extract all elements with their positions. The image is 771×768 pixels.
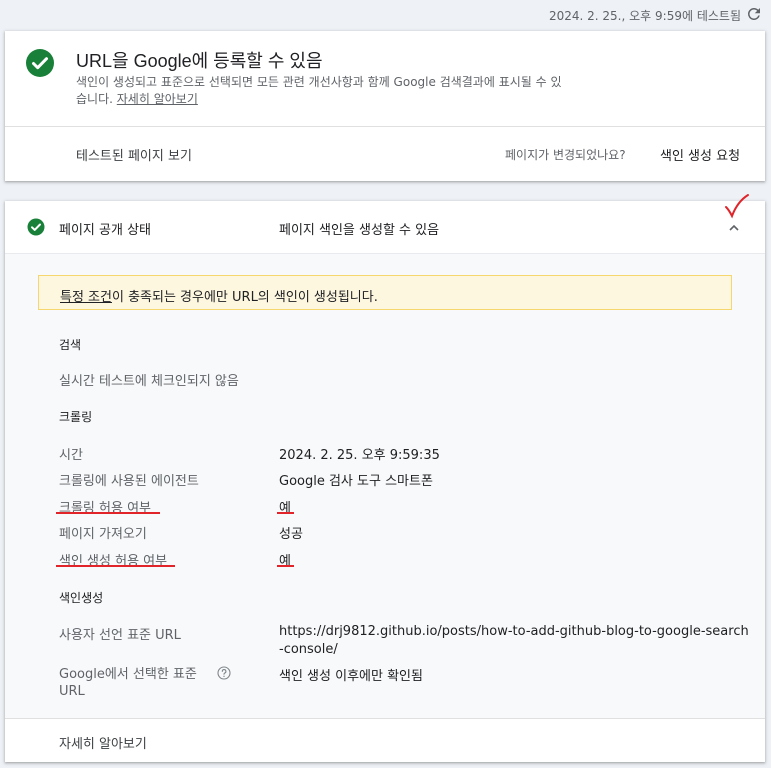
test-timestamp: 2024. 2. 25., 오후 9:59에 테스트됨 [548, 9, 741, 23]
availability-label: 페이지 공개 상태 [59, 223, 151, 238]
summary-card: URL을 Google에 등록할 수 있음 색인이 생성되고 표준으로 선택되면… [5, 31, 765, 181]
learn-more-link[interactable]: 자세히 알아보기 [117, 92, 198, 106]
divider [5, 718, 765, 719]
user-canonical-value: https://drj9812.github.io/posts/how-to-a… [279, 624, 749, 657]
divider [5, 126, 765, 127]
underline-annotation [277, 512, 294, 514]
refresh-icon[interactable] [745, 5, 763, 23]
page-changed-question: 페이지가 변경되었나요? [505, 148, 626, 162]
help-icon[interactable] [217, 666, 231, 680]
page-title: URL을 Google에 등록할 수 있음 [76, 51, 323, 71]
specific-conditions-link[interactable]: 특정 조건 [60, 290, 112, 305]
search-value: 실시간 테스트에 체크인되지 않음 [59, 374, 239, 389]
learn-more-link[interactable]: 자세히 알아보기 [59, 733, 147, 752]
indexing-heading: 색인생성 [59, 591, 104, 605]
conditions-notice: 특정 조건이 충족되는 경우에만 URL의 색인이 생성됩니다. [38, 275, 732, 310]
underline-annotation [56, 512, 160, 514]
google-canonical-value: 색인 생성 이후에만 확인됨 [279, 669, 423, 684]
handwritten-check-annotation [725, 194, 749, 219]
user-canonical-label: 사용자 선언 표준 URL [59, 628, 181, 643]
underline-annotation [56, 565, 175, 567]
check-circle-icon [27, 218, 45, 236]
availability-details: 특정 조건이 충족되는 경우에만 URL의 색인이 생성됩니다. 검색 실시간 … [5, 253, 765, 718]
crawl-agent-label: 크롤링에 사용된 에이전트 [59, 474, 199, 489]
availability-value: 페이지 색인을 생성할 수 있음 [279, 223, 440, 238]
crawl-heading: 크롤링 [59, 410, 93, 424]
crawl-agent-value: Google 검사 도구 스마트폰 [279, 474, 433, 489]
crawl-time-value: 2024. 2. 25. 오후 9:59:35 [279, 448, 440, 463]
top-bar: 2024. 2. 25., 오후 9:59에 테스트됨 [0, 0, 771, 28]
availability-header[interactable]: 페이지 공개 상태 페이지 색인을 생성할 수 있음 [5, 194, 765, 253]
availability-card: 페이지 공개 상태 페이지 색인을 생성할 수 있음 특정 조건이 충족되는 경… [5, 194, 765, 762]
summary-description: 색인이 생성되고 표준으로 선택되면 모든 관련 개선사항과 함께 Google… [76, 74, 566, 108]
page-fetch-value: 성공 [279, 527, 303, 542]
check-circle-icon [26, 49, 54, 77]
search-heading: 검색 [59, 338, 82, 352]
underline-annotation [277, 565, 294, 567]
chevron-up-icon[interactable] [727, 221, 741, 235]
crawl-time-label: 시간 [59, 448, 83, 463]
conditions-notice-text: 이 충족되는 경우에만 URL의 색인이 생성됩니다. [111, 290, 378, 305]
view-tested-page-button[interactable]: 테스트된 페이지 보기 [76, 145, 192, 164]
request-indexing-button[interactable]: 색인 생성 요청 [660, 145, 740, 164]
page-fetch-label: 페이지 가져오기 [59, 527, 147, 542]
google-canonical-label: Google에서 선택한 표준 URL [59, 667, 197, 699]
